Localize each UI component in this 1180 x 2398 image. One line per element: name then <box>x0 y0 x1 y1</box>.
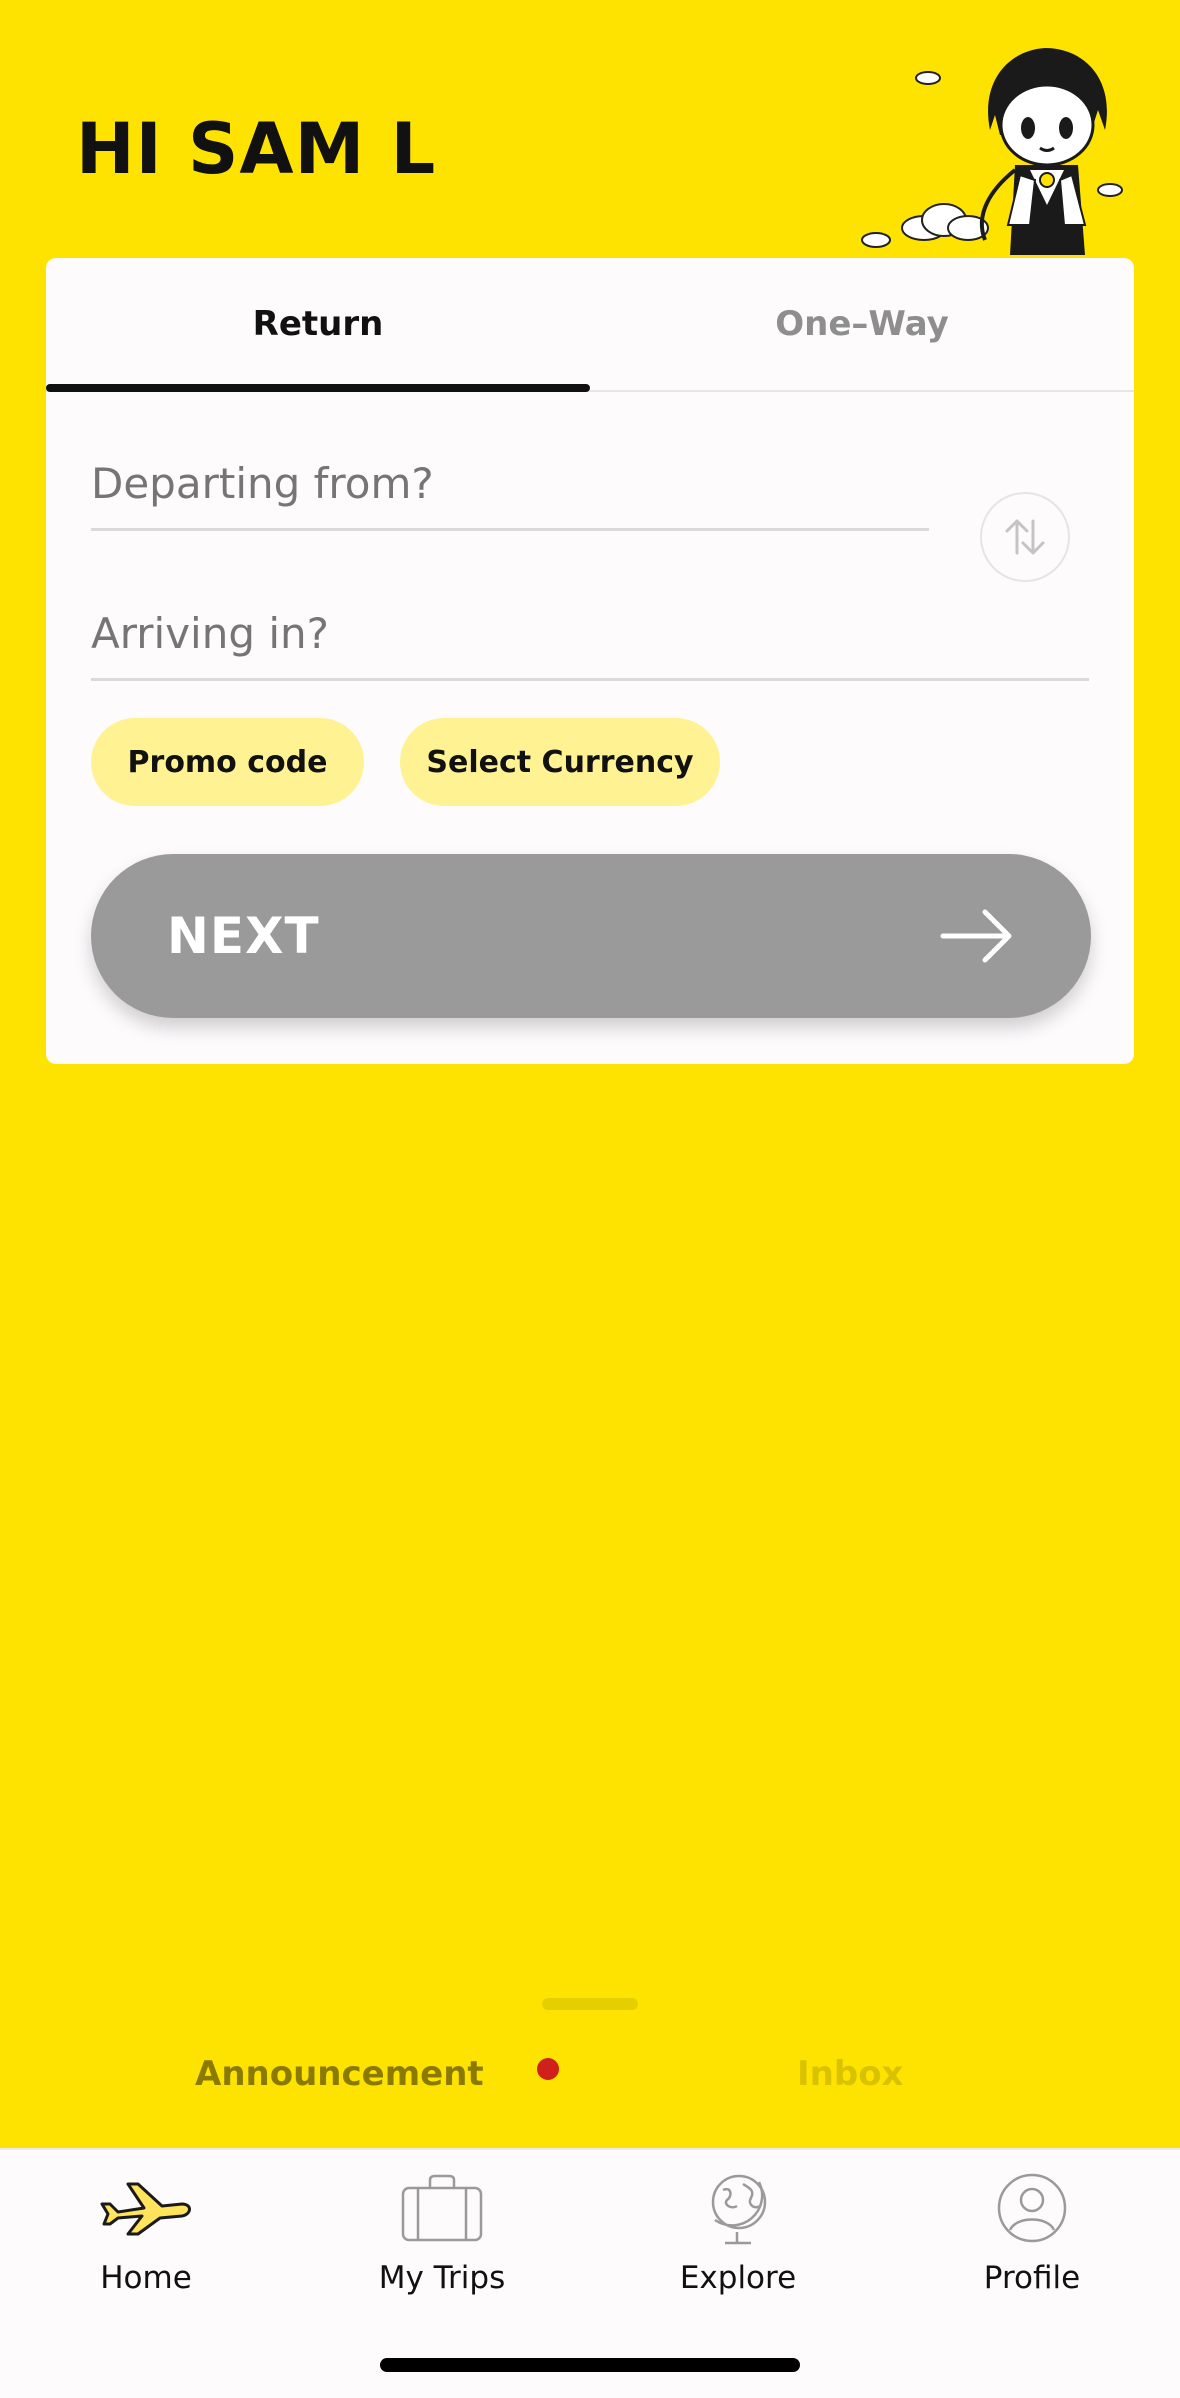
tab-return[interactable]: Return <box>46 258 590 390</box>
home-indicator <box>380 2358 800 2372</box>
nav-my-trips[interactable]: My Trips <box>342 2170 542 2320</box>
trip-type-tabs: Return One–Way <box>46 258 1134 392</box>
departing-from-input[interactable] <box>91 438 929 531</box>
nav-profile-label: Profile <box>983 2260 1081 2296</box>
notification-dot <box>537 2058 559 2080</box>
nav-profile[interactable]: Profile <box>932 2170 1132 2320</box>
booking-card: Return One–Way Promo code Select Currenc… <box>46 258 1134 1064</box>
next-button[interactable]: NEXT <box>91 854 1091 1018</box>
promo-code-button[interactable]: Promo code <box>91 718 364 806</box>
airplane-icon <box>100 2182 191 2236</box>
arriving-in-input[interactable] <box>91 588 1089 681</box>
tab-announcement[interactable]: Announcement <box>195 2054 484 2094</box>
nav-home-label: Home <box>100 2260 192 2296</box>
select-currency-button[interactable]: Select Currency <box>400 718 720 806</box>
swap-icon <box>1005 519 1045 555</box>
nav-home[interactable]: Home <box>46 2170 246 2320</box>
nav-explore-label: Explore <box>679 2260 797 2296</box>
next-button-label: NEXT <box>167 907 320 965</box>
tab-one-way[interactable]: One–Way <box>590 258 1134 390</box>
drawer-handle[interactable] <box>542 1998 638 2010</box>
greeting-title: HI SAM L <box>76 108 437 190</box>
arrow-right-icon <box>940 909 1012 963</box>
tab-inbox[interactable]: Inbox <box>797 2054 903 2094</box>
profile-icon <box>997 2173 1067 2243</box>
swap-button[interactable] <box>980 492 1070 582</box>
nav-my-trips-label: My Trips <box>378 2260 506 2296</box>
suitcase-icon <box>401 2174 483 2242</box>
globe-icon <box>711 2174 767 2245</box>
active-tab-indicator <box>46 384 590 392</box>
nav-explore[interactable]: Explore <box>638 2170 838 2320</box>
mascot-illustration <box>861 48 1123 255</box>
